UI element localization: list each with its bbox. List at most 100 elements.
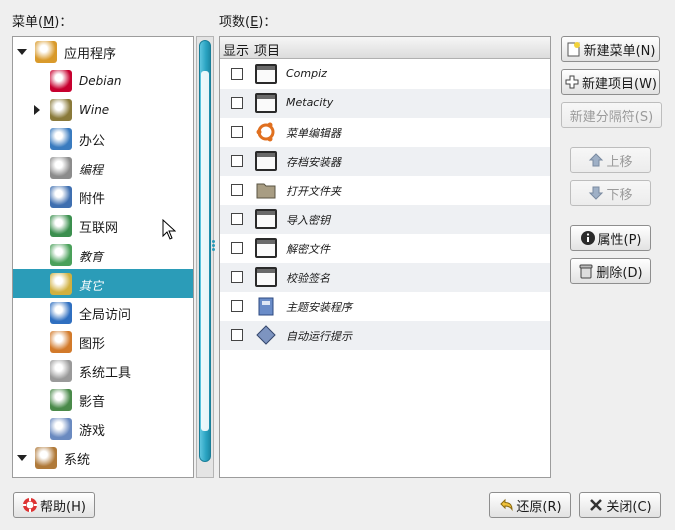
- show-checkbox[interactable]: [231, 126, 243, 138]
- window-icon: [255, 151, 277, 171]
- accessories-icon: [50, 186, 72, 208]
- show-checkbox[interactable]: [231, 184, 243, 196]
- trash-icon: [578, 263, 594, 279]
- list-item[interactable]: 打开文件夹: [220, 176, 550, 205]
- tree-item[interactable]: 编程: [13, 153, 193, 182]
- graphics-icon: [50, 331, 72, 353]
- list-item[interactable]: 导入密钥: [220, 205, 550, 234]
- new-item-button[interactable]: 新建项目(W): [561, 69, 660, 95]
- arrow-down-icon: [588, 185, 604, 201]
- show-checkbox[interactable]: [231, 329, 243, 341]
- tree-item[interactable]: 系统: [13, 443, 193, 472]
- list-item-label: 主题安装程序: [286, 301, 352, 314]
- tree-item-label: 其它: [79, 279, 104, 293]
- tree-item[interactable]: 全局访问: [13, 298, 193, 327]
- column-show[interactable]: 显示: [223, 40, 249, 59]
- tree-item-label: 游戏: [79, 424, 106, 439]
- expander-expanded-icon[interactable]: [17, 47, 27, 57]
- show-checkbox[interactable]: [231, 300, 243, 312]
- list-item[interactable]: 存档安装器: [220, 147, 550, 176]
- window-icon: [255, 267, 277, 287]
- menu-tree[interactable]: 应用程序 Debian Wine 办公 编程 附件 互联网 教育 其它 全局访问 图形 系统工具 影音游…: [12, 36, 194, 478]
- new-menu-button[interactable]: 新建菜单(N): [561, 36, 660, 62]
- tree-item-label: 全局访问: [79, 308, 132, 323]
- revert-button[interactable]: 还原(R): [489, 492, 571, 518]
- tree-item[interactable]: 影音: [13, 385, 193, 414]
- tree-item[interactable]: 系统工具: [13, 356, 193, 385]
- show-checkbox[interactable]: [231, 97, 243, 109]
- list-item[interactable]: 解密文件: [220, 234, 550, 263]
- tree-item[interactable]: 应用程序: [13, 37, 193, 66]
- list-item[interactable]: 菜单编辑器: [220, 118, 550, 147]
- theme-installer-icon: [255, 296, 277, 316]
- list-item[interactable]: Compiz: [220, 60, 550, 89]
- internet-icon: [50, 215, 72, 237]
- show-checkbox[interactable]: [231, 68, 243, 80]
- tree-item-label: 系统工具: [79, 366, 132, 381]
- items-list-header: 显示 项目: [220, 37, 550, 59]
- tree-item[interactable]: 办公: [13, 124, 193, 153]
- expander-collapsed-icon[interactable]: [32, 105, 42, 115]
- list-item-label: 校验签名: [286, 272, 330, 285]
- window-icon: [255, 209, 277, 229]
- list-item[interactable]: 主题安装程序: [220, 292, 550, 321]
- window-icon: [255, 64, 277, 84]
- system-icon: [35, 447, 57, 469]
- folder-icon: [255, 180, 277, 200]
- show-checkbox[interactable]: [231, 242, 243, 254]
- new-separator-button[interactable]: 新建分隔符(S): [561, 102, 662, 128]
- close-button[interactable]: 关闭(C): [579, 492, 661, 518]
- list-item[interactable]: Metacity: [220, 89, 550, 118]
- list-item[interactable]: 自动运行提示: [220, 321, 550, 350]
- lifebuoy-icon: [22, 497, 38, 513]
- wine-icon: [50, 99, 72, 121]
- tree-item[interactable]: Wine: [13, 95, 193, 124]
- list-item-label: 解密文件: [286, 243, 330, 256]
- pane-grip[interactable]: [212, 248, 215, 251]
- show-checkbox[interactable]: [231, 155, 243, 167]
- pane-grip[interactable]: [212, 244, 215, 247]
- pane-grip[interactable]: [212, 240, 215, 243]
- arrow-up-icon: [588, 152, 604, 168]
- debian-icon: [50, 70, 72, 92]
- items-label: 项数(E)：: [219, 15, 277, 30]
- move-up-button[interactable]: 上移: [570, 147, 651, 173]
- list-item-label: 打开文件夹: [286, 185, 341, 198]
- tree-item[interactable]: 其它: [13, 269, 193, 298]
- menu-tree-scrollbar[interactable]: [196, 36, 214, 478]
- delete-button[interactable]: 删除(D): [570, 258, 651, 284]
- tree-item[interactable]: 游戏: [13, 414, 193, 443]
- list-item-label: 菜单编辑器: [286, 127, 341, 140]
- show-checkbox[interactable]: [231, 213, 243, 225]
- list-item-label: 导入密钥: [286, 214, 330, 227]
- tree-item[interactable]: 附件: [13, 182, 193, 211]
- scrollbar-thumb[interactable]: [199, 40, 211, 462]
- column-item[interactable]: 项目: [254, 40, 280, 59]
- games-icon: [50, 418, 72, 440]
- tree-item-label: 办公: [79, 134, 106, 149]
- items-list[interactable]: 显示 项目 Compiz Metacity 菜单编辑器存档安装器打开文件夹导入密钥解…: [219, 36, 551, 478]
- autorun-icon: [255, 325, 277, 345]
- tree-item[interactable]: 图形: [13, 327, 193, 356]
- move-down-button[interactable]: 下移: [570, 180, 651, 206]
- window-icon: [255, 93, 277, 113]
- list-item-label: 存档安装器: [286, 156, 341, 169]
- office-icon: [50, 128, 72, 150]
- properties-button[interactable]: 属性(P): [570, 225, 651, 251]
- programming-icon: [50, 157, 72, 179]
- tree-item[interactable]: 教育: [13, 240, 193, 269]
- ubuntu-icon: [255, 122, 277, 142]
- tree-item[interactable]: Debian: [13, 66, 193, 95]
- tree-item-label: 附件: [79, 192, 106, 207]
- tree-item-label: 教育: [79, 250, 104, 264]
- show-checkbox[interactable]: [231, 271, 243, 283]
- help-button[interactable]: 帮助(H): [13, 492, 95, 518]
- plus-icon: [564, 74, 580, 90]
- list-item-label: Metacity: [286, 96, 334, 109]
- tree-item-label: 图形: [79, 337, 106, 352]
- list-item[interactable]: 校验签名: [220, 263, 550, 292]
- new-menu-icon: [566, 41, 582, 57]
- expander-expanded-icon[interactable]: [17, 453, 27, 463]
- tree-item-label: 影音: [79, 395, 106, 410]
- multimedia-icon: [50, 389, 72, 411]
